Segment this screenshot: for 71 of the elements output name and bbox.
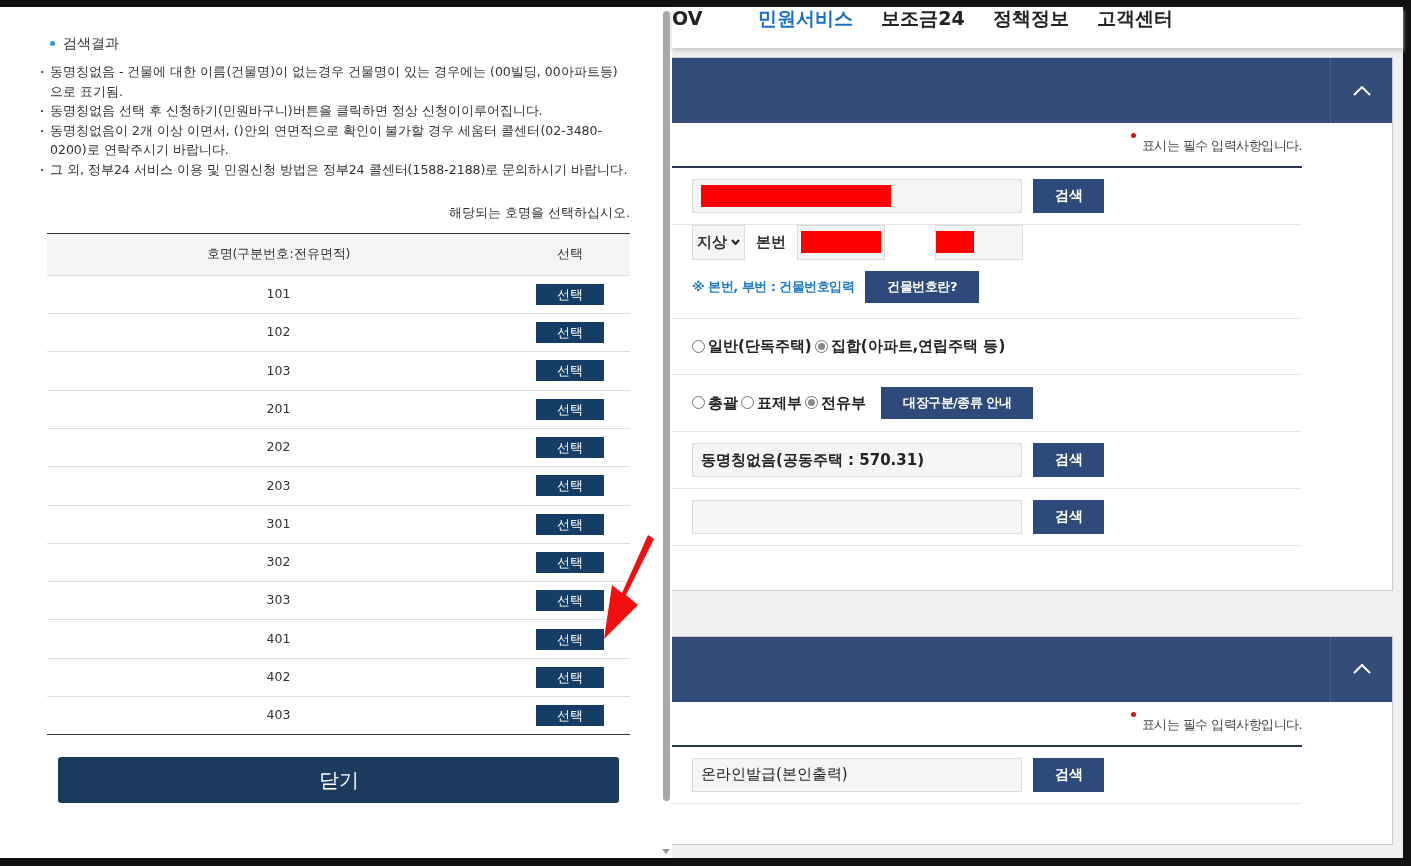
select-button[interactable]: 선택 — [536, 398, 604, 420]
input-field[interactable]: 온라인발급(본인출력) — [692, 757, 1022, 792]
unit-cell: 401 — [47, 619, 510, 659]
unit-cell: 203 — [47, 466, 510, 506]
radio-icon[interactable] — [692, 396, 705, 410]
radio-label[interactable]: 표제부 — [757, 391, 802, 414]
note-text: 동명칭없음이 2개 이상 이면서, ()안의 연면적으로 확인이 불가할 경우 세움터 콜센터(02-3480-0200)로 연락주시기 바랍니다. — [50, 121, 604, 159]
required-dot-icon — [1130, 711, 1136, 717]
nav-tab[interactable]: 정책정보 — [992, 9, 1097, 28]
unit-cell: 302 — [47, 543, 510, 582]
instruction-text: 해당되는 호명을 선택하십시오. — [448, 204, 630, 222]
required-dot-icon — [1130, 133, 1136, 138]
nav-tab[interactable]: OV — [672, 9, 731, 28]
select-button[interactable]: 선택 — [536, 360, 604, 382]
column-header: 호명(구분번호:전유면적) — [47, 233, 510, 276]
select-button[interactable]: 선택 — [536, 322, 604, 344]
radio-icon[interactable] — [741, 396, 754, 410]
chevron-down-icon — [731, 239, 740, 246]
nav-tab[interactable]: 보조금24 — [881, 9, 993, 28]
level-dropdown[interactable]: 지상 — [692, 224, 745, 260]
select-button[interactable]: 선택 — [536, 437, 604, 459]
unit-cell: 402 — [47, 658, 510, 697]
required-note: 표시는 필수 입력사항입니다. — [1141, 137, 1302, 155]
info-button[interactable]: 대장구분/종류 안내 — [881, 386, 1034, 419]
input-field[interactable]: 동명칭없음(공동주택 : 570.31) — [692, 442, 1022, 477]
section-title: 검색결과 — [63, 34, 119, 53]
unit-cell: 403 — [47, 696, 510, 735]
collapse-icon[interactable] — [1352, 664, 1371, 675]
bullet-icon — [50, 41, 55, 46]
select-button[interactable]: 선택 — [536, 475, 604, 497]
nav-tab[interactable]: 민원서비스 — [730, 9, 882, 28]
input-field[interactable] — [935, 224, 1023, 260]
help-link[interactable]: ※ 본번, 부번 : 건물번호입력 — [692, 277, 855, 297]
select-button[interactable]: 선택 — [536, 666, 604, 688]
required-note: 표시는 필수 입력사항입니다. — [1141, 715, 1302, 734]
unit-cell: 101 — [47, 275, 510, 314]
search-button[interactable]: 검색 — [1033, 442, 1104, 477]
close-button[interactable]: 닫기 — [58, 757, 619, 804]
field-label: 본번 — [756, 232, 786, 253]
unit-cell: 301 — [47, 505, 510, 544]
unit-cell: 303 — [47, 581, 510, 620]
select-button[interactable]: 선택 — [536, 628, 604, 650]
info-button[interactable]: 건물번호란? — [865, 270, 979, 303]
select-button[interactable]: 선택 — [536, 283, 604, 305]
radio-label[interactable]: 총괄 — [708, 391, 738, 414]
search-button[interactable]: 검색 — [1033, 178, 1104, 213]
input-field[interactable] — [692, 499, 1022, 534]
search-button[interactable]: 검색 — [1033, 499, 1104, 534]
column-header: 선택 — [510, 233, 630, 276]
note-text: 그 외, 정부24 서비스 이용 및 민원신청 방법은 정부24 콜센터(1588-2188)로 문의하시기 바랍니다. — [50, 160, 628, 179]
unit-cell: 102 — [47, 313, 510, 352]
search-button[interactable]: 검색 — [1033, 757, 1104, 792]
collapse-icon[interactable] — [1352, 85, 1371, 96]
select-button[interactable]: 선택 — [536, 551, 604, 573]
unit-cell: 103 — [47, 351, 510, 391]
radio-label[interactable]: 집합(아파트,연립주택 등) — [830, 335, 1006, 358]
note-text: 동명칭없음 선택 후 신청하기(민원바구니)버튼을 클릭하면 정상 신청이이루어집니다. — [50, 102, 543, 120]
radio-icon[interactable] — [805, 396, 818, 410]
unit-cell: 202 — [47, 428, 510, 467]
radio-icon[interactable] — [692, 339, 705, 353]
select-button[interactable]: 선택 — [536, 513, 604, 535]
radio-icon[interactable] — [814, 339, 828, 353]
nav-tab[interactable]: 고객센터 — [1096, 9, 1201, 28]
unit-cell: 201 — [47, 390, 510, 429]
note-text: 동명칭없음 - 건물에 대한 이름(건물명)이 없는경우 건물명이 있는 경우에는 (00빌딩, 00아파트등)으로 표기됨. — [50, 63, 619, 101]
input-field[interactable] — [692, 178, 1022, 213]
radio-label[interactable]: 일반(단독주택) — [708, 335, 812, 358]
radio-label[interactable]: 전유부 — [821, 391, 866, 414]
select-button[interactable]: 선택 — [536, 590, 604, 612]
input-field[interactable] — [797, 224, 885, 260]
select-button[interactable]: 선택 — [536, 705, 604, 727]
